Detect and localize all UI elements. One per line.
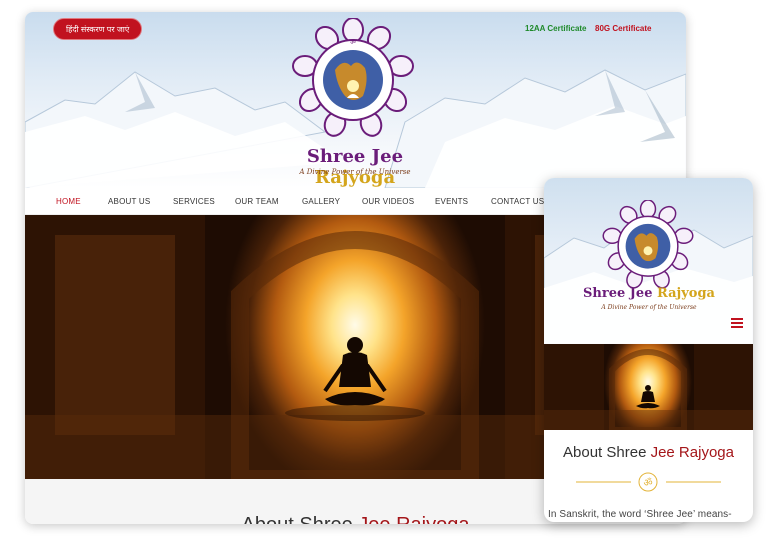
hindi-version-button[interactable]: हिंदी संस्करण पर जाएं (53, 18, 143, 40)
nav-item-events[interactable]: EVENTS (435, 197, 468, 206)
mobile-header-hero: Shree Jee Rajyoga A Divine Power of the … (544, 178, 753, 344)
brand-name: Shree Jee Rajyoga (265, 146, 445, 188)
mobile-brand-name-part1: Shree Jee (583, 286, 657, 301)
nav-item-services[interactable]: SERVICES (173, 197, 215, 206)
mobile-lotus-logo-icon[interactable] (596, 200, 700, 294)
80g-certificate-link[interactable]: 80G Certificate (595, 24, 651, 33)
svg-text:ॐ: ॐ (350, 38, 356, 46)
hamburger-menu-icon[interactable] (731, 318, 743, 328)
om-divider: ॐ (576, 472, 721, 492)
mobile-about-title-part2: Jee Rajyoga (650, 444, 734, 461)
nav-item-our-team[interactable]: OUR TEAM (235, 197, 279, 206)
nav-item-home[interactable]: HOME (56, 197, 81, 206)
om-icon: ॐ (638, 472, 658, 492)
brand-name-part1: Shree Jee (306, 146, 404, 167)
lotus-logo-icon[interactable]: ॐ (291, 18, 415, 144)
mobile-preview: Shree Jee Rajyoga A Divine Power of the … (544, 178, 753, 522)
mobile-temple-arch-meditation-image (544, 344, 753, 430)
header-hero: हिंदी संस्करण पर जाएं 12AA Certificate 8… (25, 12, 686, 188)
mobile-about-intro-text: In Sanskrit, the word ‘Shree Jee’ means- (548, 509, 732, 520)
showcase-stage: हिंदी संस्करण पर जाएं 12AA Certificate 8… (0, 0, 778, 557)
yoga-meditation-figure (323, 337, 387, 406)
nav-item-contact-us[interactable]: CONTACT US (491, 197, 544, 206)
svg-text:ॐ: ॐ (643, 477, 652, 489)
mobile-brand-name-part2: Rajyoga (657, 286, 715, 301)
about-title-part2: Jee Rajyoga (358, 514, 469, 524)
mobile-brand-name: Shree Jee Rajyoga (564, 286, 734, 301)
nav-item-about-us[interactable]: ABOUT US (108, 197, 150, 206)
about-title-part1: About Shree (242, 514, 359, 524)
mobile-meditation-banner (544, 344, 753, 430)
mobile-brand-tagline: A Divine Power of the Universe (601, 304, 697, 311)
12aa-certificate-link[interactable]: 12AA Certificate (525, 24, 587, 33)
brand-tagline: A Divine Power of the Universe (299, 168, 411, 176)
mobile-about-section-title: About Shree Jee Rajyoga (544, 444, 753, 461)
nav-item-gallery[interactable]: GALLERY (302, 197, 340, 206)
nav-item-our-videos[interactable]: OUR VIDEOS (362, 197, 414, 206)
mobile-about-title-part1: About Shree (563, 444, 651, 461)
